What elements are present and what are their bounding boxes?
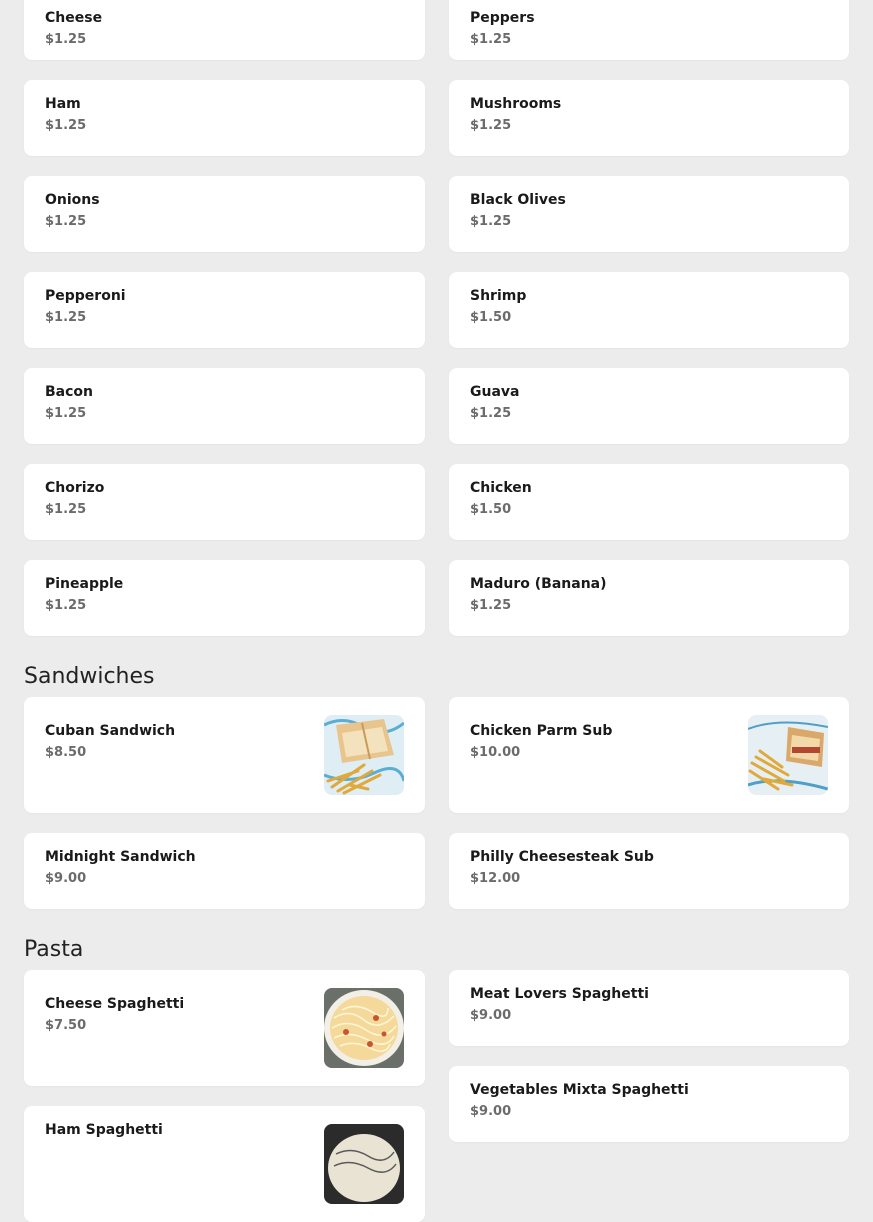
sandwich-fries-photo <box>748 715 828 795</box>
item-price: $9.00 <box>45 871 87 886</box>
menu-item-card[interactable]: Mushrooms $1.25 <box>449 80 849 156</box>
menu-item-card[interactable]: Chicken $1.50 <box>449 464 849 540</box>
item-name: Cheese Spaghetti <box>45 996 185 1012</box>
item-name: Ham Spaghetti <box>45 1122 163 1138</box>
item-name: Cuban Sandwich <box>45 723 176 739</box>
spaghetti-photo <box>324 988 404 1068</box>
item-name: Mushrooms <box>470 96 562 112</box>
item-name: Cheese <box>45 10 103 26</box>
menu-item-card[interactable]: Cheese $1.25 <box>24 0 425 60</box>
menu-item-card[interactable]: Pepperoni $1.25 <box>24 272 425 348</box>
item-name: Onions <box>45 192 100 208</box>
menu-item-card[interactable]: Bacon $1.25 <box>24 368 425 444</box>
section-title-pasta: Pasta <box>24 937 84 962</box>
item-name: Meat Lovers Spaghetti <box>470 986 649 1002</box>
menu-item-card[interactable]: Shrimp $1.50 <box>449 272 849 348</box>
menu-item-card[interactable]: Cheese Spaghetti $7.50 <box>24 970 425 1086</box>
item-price: $1.25 <box>45 310 87 325</box>
item-price: $1.25 <box>470 598 512 613</box>
item-price: $10.00 <box>470 745 521 760</box>
item-name: Peppers <box>470 10 535 26</box>
item-name: Pineapple <box>45 576 124 592</box>
item-name: Pepperoni <box>45 288 126 304</box>
item-name: Chicken Parm Sub <box>470 723 613 739</box>
menu-item-card[interactable]: Ham $1.25 <box>24 80 425 156</box>
item-name: Vegetables Mixta Spaghetti <box>470 1082 689 1098</box>
item-name: Chicken <box>470 480 532 496</box>
item-price: $8.50 <box>45 745 87 760</box>
item-name: Philly Cheesesteak Sub <box>470 849 654 865</box>
item-name: Black Olives <box>470 192 566 208</box>
menu-item-card[interactable]: Philly Cheesesteak Sub $12.00 <box>449 833 849 909</box>
item-price: $1.25 <box>45 406 87 421</box>
item-price: $1.25 <box>45 214 87 229</box>
menu-item-card[interactable]: Cuban Sandwich $8.50 <box>24 697 425 813</box>
menu-item-card[interactable]: Meat Lovers Spaghetti $9.00 <box>449 970 849 1046</box>
item-name: Midnight Sandwich <box>45 849 196 865</box>
item-price: $9.00 <box>470 1104 512 1119</box>
item-price: $1.25 <box>45 598 87 613</box>
menu-item-card[interactable]: Guava $1.25 <box>449 368 849 444</box>
item-price: $1.50 <box>470 502 512 517</box>
item-price: $1.25 <box>45 32 87 47</box>
item-price: $1.50 <box>470 310 512 325</box>
item-name: Maduro (Banana) <box>470 576 607 592</box>
item-price: $1.25 <box>45 502 87 517</box>
item-price: $1.25 <box>470 214 512 229</box>
menu-item-card[interactable]: Maduro (Banana) $1.25 <box>449 560 849 636</box>
section-title-sandwiches: Sandwiches <box>24 664 155 689</box>
item-price: $12.00 <box>470 871 521 886</box>
item-price: $1.25 <box>470 118 512 133</box>
menu-item-card[interactable]: Black Olives $1.25 <box>449 176 849 252</box>
item-name: Bacon <box>45 384 94 400</box>
item-name: Ham <box>45 96 81 112</box>
menu-item-card[interactable]: Pineapple $1.25 <box>24 560 425 636</box>
item-name: Chorizo <box>45 480 105 496</box>
menu-item-card[interactable]: Peppers $1.25 <box>449 0 849 60</box>
menu-item-card[interactable]: Midnight Sandwich $9.00 <box>24 833 425 909</box>
menu-item-card[interactable]: Chicken Parm Sub $10.00 <box>449 697 849 813</box>
item-name: Shrimp <box>470 288 527 304</box>
spaghetti-photo <box>324 1124 404 1204</box>
menu-item-card[interactable]: Ham Spaghetti <box>24 1106 425 1222</box>
menu-item-card[interactable]: Chorizo $1.25 <box>24 464 425 540</box>
item-price: $7.50 <box>45 1018 87 1033</box>
menu-item-card[interactable]: Onions $1.25 <box>24 176 425 252</box>
item-price: $1.25 <box>45 118 87 133</box>
item-price: $1.25 <box>470 32 512 47</box>
menu-item-card[interactable]: Vegetables Mixta Spaghetti $9.00 <box>449 1066 849 1142</box>
sandwich-fries-photo <box>324 715 404 795</box>
item-price: $9.00 <box>470 1008 512 1023</box>
item-price: $1.25 <box>470 406 512 421</box>
item-name: Guava <box>470 384 520 400</box>
